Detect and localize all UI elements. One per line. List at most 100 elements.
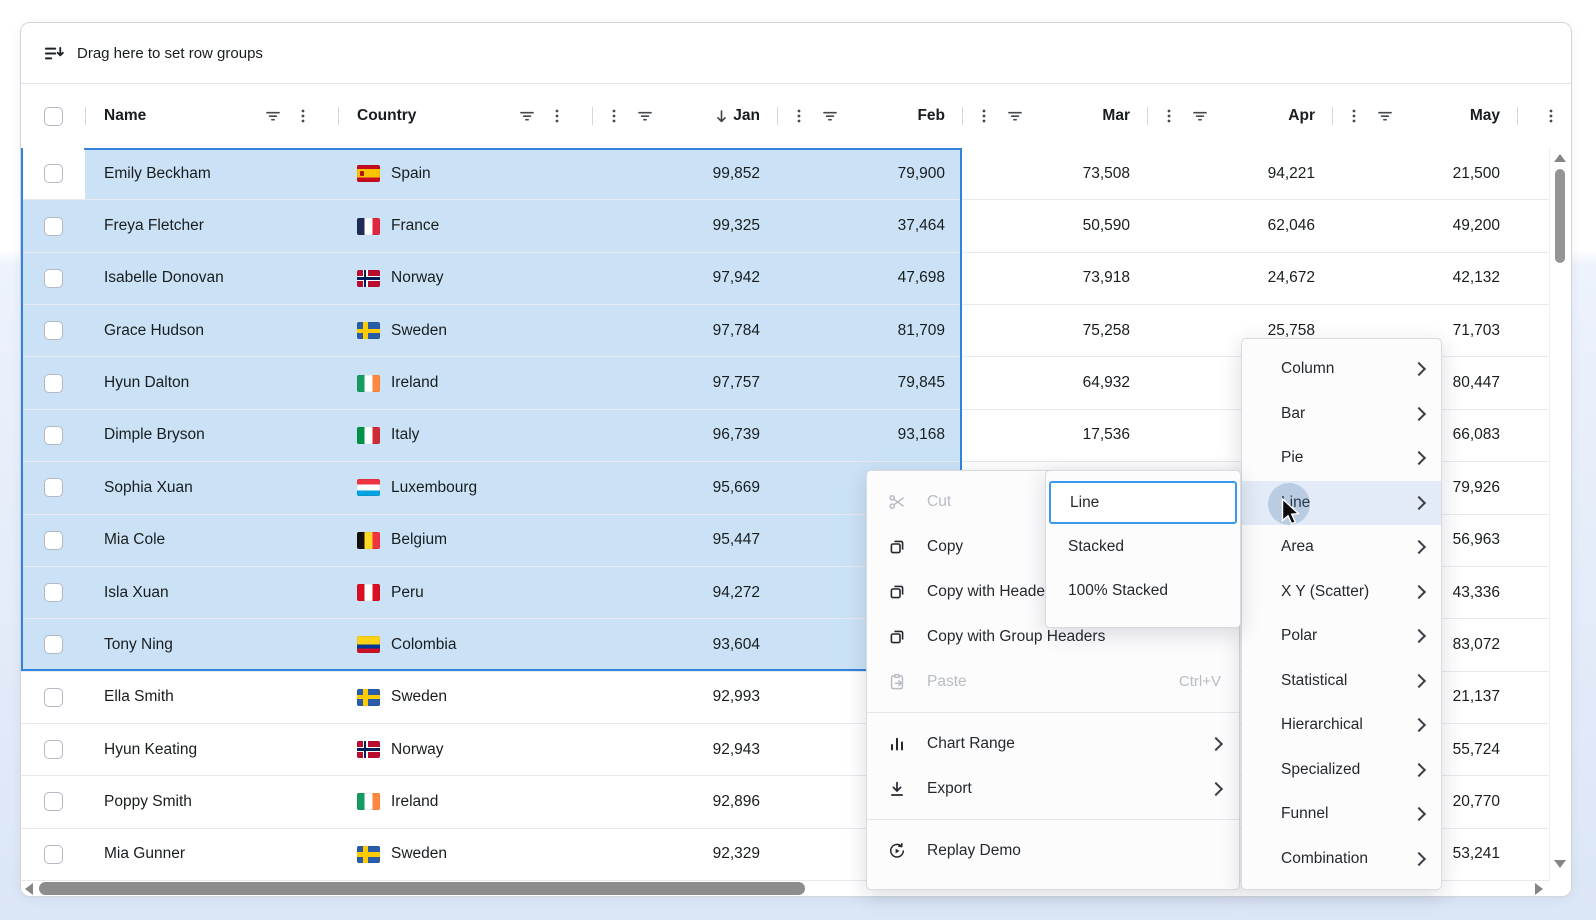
cell-checkbox[interactable] xyxy=(21,829,85,880)
column-resize-handle[interactable] xyxy=(592,107,593,125)
row-checkbox[interactable] xyxy=(44,374,63,393)
column-header-mar[interactable]: Mar xyxy=(962,84,1147,148)
cell-jan[interactable]: 97,784 xyxy=(592,305,777,356)
column-header-name[interactable]: Name xyxy=(85,84,338,148)
cell-checkbox[interactable] xyxy=(21,619,85,670)
filter-icon[interactable] xyxy=(1376,107,1394,125)
scroll-down-icon[interactable] xyxy=(1554,860,1566,868)
cell-feb[interactable]: 93,168 xyxy=(777,410,962,461)
cell-checkbox[interactable] xyxy=(21,148,85,199)
menu-item-replay-demo[interactable]: Replay Demo xyxy=(867,828,1239,873)
cell-name[interactable]: Ella Smith xyxy=(85,672,338,723)
cell-feb[interactable]: 81,709 xyxy=(777,305,962,356)
cell-jan[interactable]: 93,604 xyxy=(592,619,777,670)
cell-country[interactable]: Peru xyxy=(338,567,592,618)
cell-name[interactable]: Mia Cole xyxy=(85,515,338,566)
filter-icon[interactable] xyxy=(518,107,536,125)
cell-name[interactable]: Tony Ning xyxy=(85,619,338,670)
filter-icon[interactable] xyxy=(1006,107,1024,125)
cell-country[interactable]: Spain xyxy=(338,148,592,199)
column-header-may[interactable]: May xyxy=(1332,84,1517,148)
column-header-apr[interactable]: Apr xyxy=(1147,84,1332,148)
cell-mar[interactable]: 75,258 xyxy=(962,305,1147,356)
cell-apr[interactable]: 94,221 xyxy=(1147,148,1332,199)
filter-icon[interactable] xyxy=(1191,107,1209,125)
filter-icon[interactable] xyxy=(636,107,654,125)
row-checkbox[interactable] xyxy=(44,426,63,445)
cell-checkbox[interactable] xyxy=(21,462,85,513)
cell-checkbox[interactable] xyxy=(21,253,85,304)
chart-menu-item-funnel[interactable]: Funnel xyxy=(1242,792,1441,837)
cell-country[interactable]: Norway xyxy=(338,724,592,775)
cell-name[interactable]: Dimple Bryson xyxy=(85,410,338,461)
column-menu-icon[interactable] xyxy=(1345,107,1363,125)
cell-name[interactable]: Mia Gunner xyxy=(85,829,338,880)
cell-may[interactable]: 42,132 xyxy=(1332,253,1517,304)
cell-name[interactable]: Hyun Keating xyxy=(85,724,338,775)
cell-country[interactable]: France xyxy=(338,200,592,251)
cell-jan[interactable]: 96,739 xyxy=(592,410,777,461)
cell-mar[interactable]: 73,918 xyxy=(962,253,1147,304)
cell-name[interactable]: Poppy Smith xyxy=(85,776,338,827)
column-menu-icon[interactable] xyxy=(975,107,993,125)
column-menu-icon[interactable] xyxy=(1160,107,1178,125)
submenu-item-line[interactable]: Line xyxy=(1049,481,1237,524)
row-checkbox[interactable] xyxy=(44,792,63,811)
cell-jan[interactable]: 97,942 xyxy=(592,253,777,304)
cell-country[interactable]: Luxembourg xyxy=(338,462,592,513)
cell-jan[interactable]: 95,669 xyxy=(592,462,777,513)
cell-jan[interactable]: 97,757 xyxy=(592,357,777,408)
row-checkbox[interactable] xyxy=(44,845,63,864)
cell-country[interactable]: Sweden xyxy=(338,305,592,356)
chart-menu-item-combination[interactable]: Combination xyxy=(1242,837,1441,882)
chart-menu-item-area[interactable]: Area xyxy=(1242,525,1441,570)
column-resize-handle[interactable] xyxy=(338,107,339,125)
cell-country[interactable]: Norway xyxy=(338,253,592,304)
cell-country[interactable]: Sweden xyxy=(338,829,592,880)
cell-name[interactable]: Sophia Xuan xyxy=(85,462,338,513)
column-resize-handle[interactable] xyxy=(1147,107,1148,125)
cell-feb[interactable]: 47,698 xyxy=(777,253,962,304)
column-menu-icon[interactable] xyxy=(1542,107,1560,125)
cell-checkbox[interactable] xyxy=(21,200,85,251)
cell-checkbox[interactable] xyxy=(21,672,85,723)
chart-menu-item-specialized[interactable]: Specialized xyxy=(1242,748,1441,793)
row-checkbox[interactable] xyxy=(44,269,63,288)
vertical-scrollbar[interactable] xyxy=(1549,148,1571,881)
column-resize-handle[interactable] xyxy=(85,107,86,125)
column-header-feb[interactable]: Feb xyxy=(777,84,962,148)
cell-name[interactable]: Emily Beckham xyxy=(85,148,338,199)
cell-jan[interactable]: 99,852 xyxy=(592,148,777,199)
cell-may[interactable]: 21,500 xyxy=(1332,148,1517,199)
column-menu-icon[interactable] xyxy=(790,107,808,125)
cell-mar[interactable]: 50,590 xyxy=(962,200,1147,251)
menu-item-export[interactable]: Export xyxy=(867,766,1239,811)
cell-mar[interactable]: 64,932 xyxy=(962,357,1147,408)
column-resize-handle[interactable] xyxy=(962,107,963,125)
cell-feb[interactable]: 79,900 xyxy=(777,148,962,199)
submenu-item-100-stacked[interactable]: 100% Stacked xyxy=(1046,569,1240,613)
cell-checkbox[interactable] xyxy=(21,410,85,461)
row-checkbox[interactable] xyxy=(44,217,63,236)
vertical-scrollbar-thumb[interactable] xyxy=(1555,169,1565,263)
column-menu-icon[interactable] xyxy=(294,107,312,125)
chart-menu-item-statistical[interactable]: Statistical xyxy=(1242,659,1441,704)
scroll-left-icon[interactable] xyxy=(25,883,33,895)
cell-name[interactable]: Freya Fletcher xyxy=(85,200,338,251)
column-resize-handle[interactable] xyxy=(777,107,778,125)
horizontal-scrollbar-thumb[interactable] xyxy=(39,882,805,895)
cell-name[interactable]: Hyun Dalton xyxy=(85,357,338,408)
chart-menu-item-line[interactable]: Line xyxy=(1242,481,1441,526)
row-checkbox[interactable] xyxy=(44,164,63,183)
chart-menu-item-column[interactable]: Column xyxy=(1242,347,1441,392)
filter-icon[interactable] xyxy=(821,107,839,125)
scroll-up-icon[interactable] xyxy=(1554,154,1566,162)
cell-country[interactable]: Italy xyxy=(338,410,592,461)
chart-menu-item-hierarchical[interactable]: Hierarchical xyxy=(1242,703,1441,748)
cell-feb[interactable]: 79,845 xyxy=(777,357,962,408)
cell-country[interactable]: Ireland xyxy=(338,776,592,827)
cell-checkbox[interactable] xyxy=(21,776,85,827)
row-group-drop-panel[interactable]: Drag here to set row groups xyxy=(21,23,1571,84)
column-menu-icon[interactable] xyxy=(605,107,623,125)
cell-checkbox[interactable] xyxy=(21,515,85,566)
